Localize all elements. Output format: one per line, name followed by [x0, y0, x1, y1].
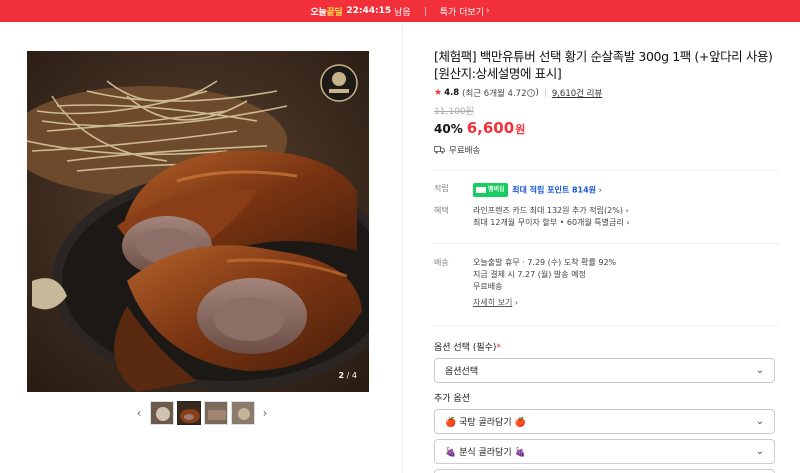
- npay-badge: 멤버십: [473, 183, 508, 197]
- chevron-down-icon: ⌄: [755, 416, 764, 427]
- benefits-section: 적립 멤버십 최대 적립 포인트 814원 › 혜택 라인프렌즈 카드 최대 1…: [434, 183, 779, 233]
- rating-row: ★ 4.8 (최근 6개월 4.72 i ) 9,610건 리뷰: [434, 87, 779, 99]
- delivery-section: 배송 오늘출발 휴무 · 7.29 (수) 도착 확률 92% 지금 결제 시 …: [434, 257, 779, 317]
- original-price: 11,100원: [434, 107, 474, 117]
- discount-rate: 40%: [434, 122, 463, 136]
- price-row: 40% 6,600 원: [434, 119, 779, 137]
- npay-logo-icon: [476, 186, 486, 193]
- truck-icon: [434, 146, 445, 154]
- divider: [434, 325, 779, 326]
- thumbnail-2[interactable]: [176, 401, 201, 425]
- delivery-dispatch: 지금 결제 시 7.27 (월) 발송 예정: [473, 270, 586, 279]
- extra-option-select-2[interactable]: 🍇 분식 골라담기 🍇 ⌄: [434, 439, 775, 464]
- product-title-line2: [원산지:상세설명에 표시]: [434, 66, 562, 81]
- chevron-right-icon: ›: [598, 185, 602, 195]
- product-main-image[interactable]: 2 / 4: [27, 51, 369, 392]
- product-info: [체험팩] 백만유튜버 선택 황기 순살족발 300g 1팩 (+앞다리 사용)…: [434, 48, 779, 156]
- thumbnail-4[interactable]: [230, 401, 255, 425]
- shipping-label: 무료배송: [449, 146, 481, 156]
- delivery-arrival: 오늘출발 휴무 · 7.29 (수) 도착 확률 92%: [473, 258, 617, 267]
- deal-timer: 22:44:15: [346, 6, 392, 16]
- chevron-left-icon[interactable]: ‹: [132, 400, 146, 426]
- required-option-label: 옵션 선택 (필수)*: [434, 343, 501, 353]
- chevron-down-icon: ⌄: [755, 365, 764, 376]
- divider: [434, 170, 779, 171]
- thumbnail-1[interactable]: [149, 401, 174, 425]
- delivery-fee: 무료배송: [473, 282, 503, 291]
- chevron-right-icon: ›: [485, 6, 490, 16]
- points-label: 적립: [434, 184, 449, 193]
- points-value[interactable]: 멤버십 최대 적립 포인트 814원 ›: [473, 183, 602, 197]
- reviews-link[interactable]: 9,610건 리뷰: [552, 87, 603, 99]
- rating-detail: (최근 6개월 4.72: [462, 89, 527, 99]
- options-section: 옵션 선택 (필수)* 옵션선택 ⌄ 추가 옵션 🍎 국탕 골라담기 🍎 ⌄ 🍇…: [434, 340, 779, 473]
- image-page-indicator: 2 / 4: [338, 371, 357, 380]
- chevron-right-icon: ›: [514, 298, 519, 307]
- more-deals-link[interactable]: 특가 더보기 ›: [440, 5, 490, 18]
- extra-option-1-value: 🍎 국탕 골라담기 🍎: [445, 418, 526, 428]
- deal-timer-suffix: 남음: [394, 7, 411, 18]
- price-unit: 원: [515, 123, 526, 136]
- required-option-select[interactable]: 옵션선택 ⌄: [434, 358, 775, 383]
- divider: [434, 243, 779, 244]
- rating-separator: [544, 89, 546, 97]
- details-link-label[interactable]: 자세히 보기: [473, 298, 512, 307]
- chevron-right-icon[interactable]: ›: [258, 400, 272, 426]
- extra-option-select-1[interactable]: 🍎 국탕 골라담기 🍎 ⌄: [434, 409, 775, 434]
- delivery-label: 배송: [434, 258, 449, 267]
- deal-banner: 오늘끝딜 22:44:15 남음 특가 더보기 ›: [0, 0, 800, 22]
- extra-option-label: 추가 옵션: [434, 394, 470, 404]
- delivery-info: 오늘출발 휴무 · 7.29 (수) 도착 확률 92% 지금 결제 시 7.2…: [473, 257, 616, 309]
- star-icon: ★: [434, 88, 443, 98]
- product-title-line1: [체험팩] 백만유튜버 선택 황기 순살족발 300g 1팩 (+앞다리 사용): [434, 49, 773, 64]
- product-title: [체험팩] 백만유튜버 선택 황기 순살족발 300g 1팩 (+앞다리 사용)…: [434, 48, 779, 82]
- thumbnail-3[interactable]: [203, 401, 228, 425]
- banner-divider: [424, 6, 426, 16]
- benefit-line-card[interactable]: 라인프렌즈 카드 최대 132원 추가 적립(2%) ›: [473, 205, 629, 217]
- benefit-value: 라인프렌즈 카드 최대 132원 추가 적립(2%) › 최대 12개월 무이자…: [473, 205, 629, 229]
- sale-price: 6,600: [466, 119, 515, 137]
- info-icon[interactable]: i: [527, 89, 536, 97]
- braised-pork-trotter-photo: [27, 51, 369, 392]
- points-text[interactable]: 최대 적립 포인트 814원: [512, 186, 596, 195]
- rating-detail-end: ): [535, 88, 539, 98]
- required-option-value: 옵션선택: [445, 367, 479, 377]
- extra-option-select-3[interactable]: [434, 469, 775, 473]
- thumbnail-strip: ‹ ›: [132, 400, 272, 426]
- rating-score: 4.8: [444, 88, 460, 98]
- extra-option-2-value: 🍇 분식 골라담기 🍇: [445, 448, 526, 458]
- chevron-down-icon: ⌄: [755, 446, 764, 457]
- column-divider: [402, 22, 403, 473]
- more-deals-label[interactable]: 특가 더보기: [440, 5, 484, 18]
- benefit-label: 혜택: [434, 206, 449, 215]
- benefit-line-installment[interactable]: 최대 12개월 무이자 할부 • 60개월 특별금리 ›: [473, 217, 629, 229]
- delivery-details-link[interactable]: 자세히 보기 ›: [473, 297, 616, 309]
- shipping-row: 무료배송: [434, 144, 779, 156]
- deal-brand: 오늘끝딜: [310, 7, 343, 18]
